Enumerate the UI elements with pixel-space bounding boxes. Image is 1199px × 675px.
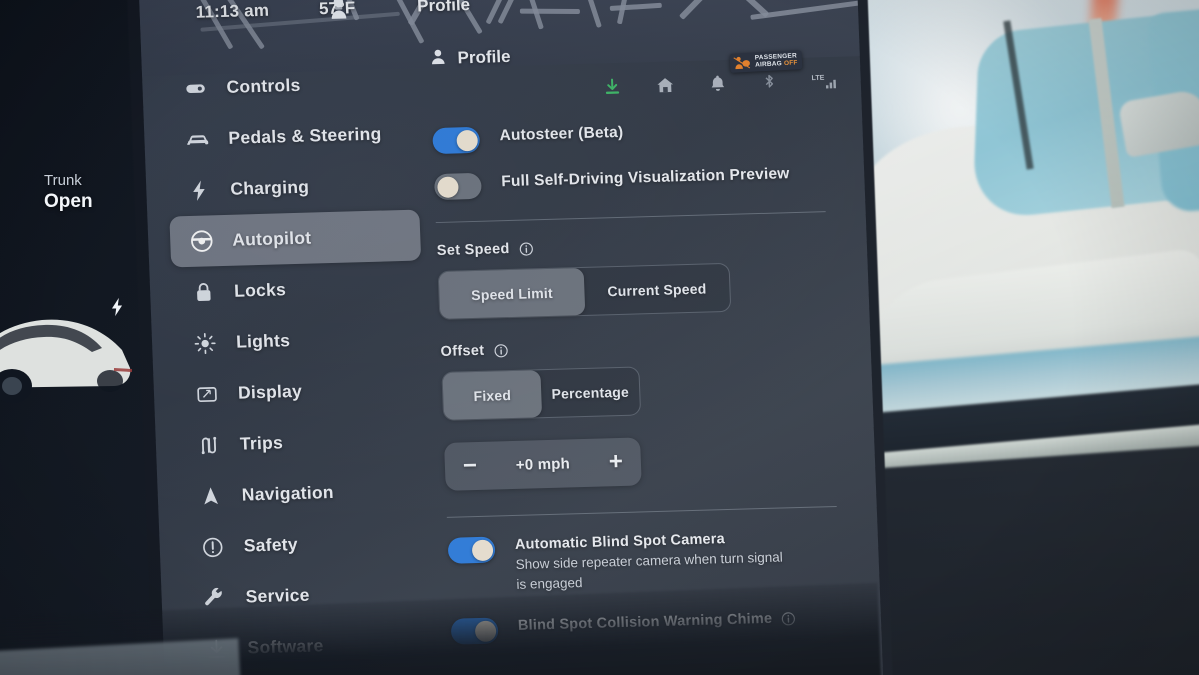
section-divider xyxy=(435,211,826,224)
navigation-arrow-icon xyxy=(197,483,224,510)
sidebar-item-display[interactable]: Display xyxy=(175,362,427,420)
set-speed-section-label: Set Speed xyxy=(437,232,837,259)
section-divider xyxy=(446,505,837,518)
content-profile-label: Profile xyxy=(457,46,511,68)
sidebar-item-label: Safety xyxy=(243,534,299,556)
tesla-touchscreen-photo: 11:13 am 57°F Profile xyxy=(0,0,1199,675)
trunk-state: Open xyxy=(44,191,93,212)
autosteer-toggle[interactable] xyxy=(432,126,481,155)
steering-wheel-icon xyxy=(188,228,215,255)
toggle-knob xyxy=(436,175,459,198)
offset-section-label: Offset xyxy=(440,333,840,360)
offset-stepper[interactable]: − +0 mph + xyxy=(444,437,642,491)
sidebar-item-label: Trips xyxy=(239,432,284,454)
trip-route-icon xyxy=(195,432,222,459)
set-speed-option-speed-limit[interactable]: Speed Limit xyxy=(438,267,586,319)
trunk-label: Trunk xyxy=(44,172,82,189)
sidebar-item-navigation[interactable]: Navigation xyxy=(179,464,431,522)
clock-label: 11:13 am xyxy=(195,0,270,22)
info-circle-icon[interactable] xyxy=(518,241,534,256)
profile-name-label[interactable]: Profile xyxy=(417,0,471,17)
toggle-knob xyxy=(455,129,478,151)
airbag-state: OFF xyxy=(783,58,798,67)
sidebar-item-label: Autopilot xyxy=(231,227,312,250)
settings-sidebar: Controls Pedals & Steering Charging Auto… xyxy=(164,57,439,675)
sidebar-item-lights[interactable]: Lights xyxy=(173,311,425,369)
autosteer-label: Autosteer (Beta) xyxy=(499,123,624,145)
sidebar-item-label: Charging xyxy=(229,176,310,199)
airbag-passenger-icon xyxy=(733,55,752,71)
fsd-visualization-setting-row[interactable]: Full Self-Driving Visualization Preview xyxy=(433,162,835,201)
sidebar-item-locks[interactable]: Locks xyxy=(171,260,423,318)
offset-value: +0 mph xyxy=(515,454,571,474)
airbag-line2: AIRBAG OFF xyxy=(754,58,798,69)
set-speed-option-current-speed[interactable]: Current Speed xyxy=(584,264,731,315)
offset-segmented-control[interactable]: Fixed Percentage xyxy=(441,366,642,421)
offset-decrement-button[interactable]: − xyxy=(462,452,477,479)
offset-increment-button[interactable]: + xyxy=(608,448,623,475)
set-speed-segmented-control[interactable]: Speed Limit Current Speed xyxy=(437,262,732,320)
sidebar-item-label: Pedals & Steering xyxy=(228,123,382,148)
software-update-download-icon[interactable] xyxy=(602,76,622,96)
sidebar-item-autopilot[interactable]: Autopilot xyxy=(169,209,422,268)
sidebar-item-label: Display xyxy=(237,380,303,403)
trunk-status-indicator: Trunk Open xyxy=(44,172,93,213)
sidebar-item-label: Locks xyxy=(233,279,287,301)
fsd-visualization-label: Full Self-Driving Visualization Preview xyxy=(500,165,790,191)
home-icon[interactable] xyxy=(655,75,675,95)
sidebar-item-label: Controls xyxy=(226,74,301,97)
padlock-icon xyxy=(190,279,217,306)
offset-option-fixed[interactable]: Fixed xyxy=(442,370,543,420)
svg-text:LTE: LTE xyxy=(811,74,824,81)
offset-option-percentage[interactable]: Percentage xyxy=(540,367,640,417)
display-screen-icon xyxy=(194,381,221,408)
set-speed-label: Set Speed xyxy=(436,241,510,260)
lightning-bolt-icon xyxy=(186,177,213,204)
tesla-center-touchscreen[interactable]: 11:13 am 57°F Profile xyxy=(138,0,884,675)
autopilot-settings-content: Profile LTE Autosteer (Beta) Full Self-D… xyxy=(429,37,851,645)
sidebar-item-label: Lights xyxy=(235,330,291,352)
bluetooth-icon[interactable] xyxy=(760,72,778,91)
toggle-switch-icon xyxy=(182,75,209,102)
notifications-bell-icon[interactable] xyxy=(708,73,727,92)
blind-spot-camera-toggle[interactable] xyxy=(447,536,496,564)
autosteer-setting-row[interactable]: Autosteer (Beta) xyxy=(432,116,833,155)
sidebar-item-charging[interactable]: Charging xyxy=(167,159,419,217)
passenger-airbag-indicator: PASSENGER AIRBAG OFF xyxy=(729,50,803,73)
settings-panel: Controls Pedals & Steering Charging Auto… xyxy=(142,44,884,675)
sidebar-item-label: Navigation xyxy=(241,482,335,505)
info-circle-icon[interactable] xyxy=(493,343,509,358)
car-icon xyxy=(184,126,211,153)
driver-profile-icon[interactable] xyxy=(327,0,350,21)
sidebar-item-controls[interactable]: Controls xyxy=(164,57,416,115)
toggle-knob xyxy=(471,539,493,561)
fsd-visualization-toggle[interactable] xyxy=(433,172,482,201)
exclamation-circle-icon xyxy=(199,534,226,561)
charge-port-bolt-icon xyxy=(106,296,128,323)
sidebar-item-safety[interactable]: Safety xyxy=(181,515,433,573)
lte-signal-icon[interactable]: LTE xyxy=(811,70,842,90)
person-icon xyxy=(429,48,447,70)
headlight-icon xyxy=(192,330,219,357)
offset-label: Offset xyxy=(440,342,485,360)
sidebar-item-trips[interactable]: Trips xyxy=(177,413,429,471)
sidebar-item-pedals-steering[interactable]: Pedals & Steering xyxy=(166,108,418,166)
